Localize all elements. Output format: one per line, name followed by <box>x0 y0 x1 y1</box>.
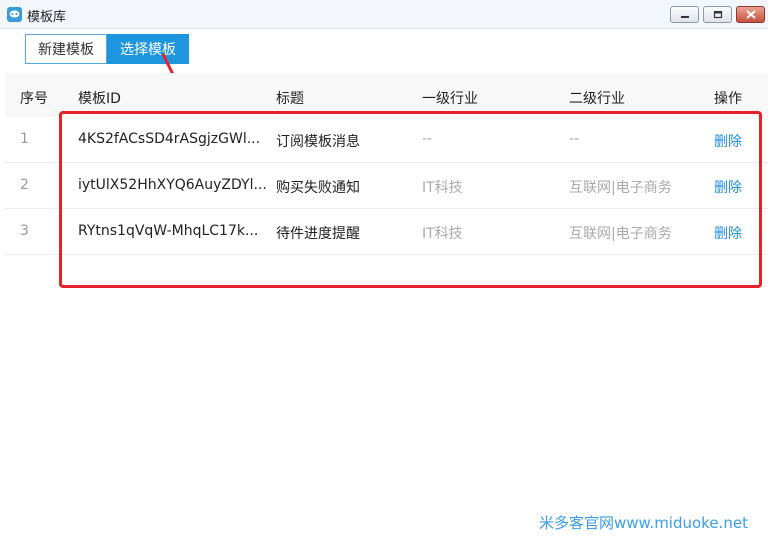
row-seq: 1 <box>20 131 29 147</box>
tab-new-template[interactable]: 新建模板 <box>25 34 107 64</box>
header-title: 标题 <box>276 91 304 107</box>
header-template-id: 模板ID <box>78 91 121 107</box>
header-industry2: 二级行业 <box>569 91 625 107</box>
annotation-highlight-box <box>59 111 762 288</box>
app-logo-icon <box>7 7 22 22</box>
row-seq: 3 <box>20 223 29 239</box>
title-bar: 模板库 <box>0 0 768 29</box>
minimize-icon <box>680 15 689 18</box>
header-industry1: 一级行业 <box>422 91 478 107</box>
close-button[interactable] <box>736 6 765 23</box>
watermark-text: 米多客官网www.miduoke.net <box>539 514 748 532</box>
window-title: 模板库 <box>27 10 67 25</box>
window-controls <box>670 6 765 23</box>
maximize-button[interactable] <box>703 6 732 23</box>
header-action: 操作 <box>714 91 742 107</box>
header-seq: 序号 <box>20 91 48 107</box>
minimize-button[interactable] <box>670 6 699 23</box>
row-seq: 2 <box>20 177 29 193</box>
maximize-icon <box>713 10 722 18</box>
close-icon <box>745 10 756 19</box>
